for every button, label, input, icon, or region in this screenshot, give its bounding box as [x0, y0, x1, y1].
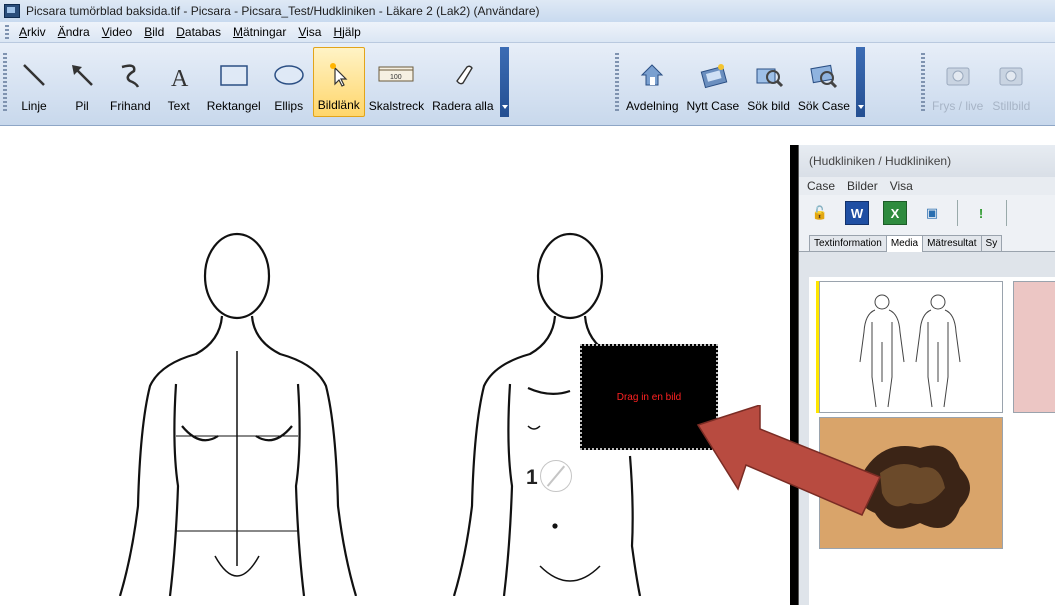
case-window-frame: (Hudkliniken / Hudkliniken) Case Bilder … [798, 145, 1055, 605]
tool-label: Radera alla [432, 99, 494, 113]
tool-label: Bildlänk [317, 98, 360, 112]
menu-video[interactable]: Video [96, 25, 138, 39]
drawing-toolbar: Linje Pil Frihand A Text Rektangel Ellip… [0, 47, 509, 123]
tool-skalstreck[interactable]: 100 Skalstreck [365, 47, 428, 117]
tool-label: Sök bild [747, 99, 790, 113]
case-window-toolbar: 🔓 W X ▣ ! [799, 195, 1055, 231]
tool-label: Frys / live [932, 99, 984, 113]
scale-bar-icon: 100 [376, 57, 416, 93]
case-window-tabs: Textinformation Media Mätresultat Sy [799, 231, 1055, 252]
tool-label: Text [167, 99, 190, 113]
tool-label: Frihand [110, 99, 151, 113]
case-window-title-text: (Hudkliniken / Hudkliniken) [809, 154, 952, 168]
scale-bar-text: 100 [390, 74, 402, 81]
toolbar-grip-icon[interactable] [3, 53, 7, 113]
tool-label: Stillbild [992, 99, 1031, 113]
case-toolbar: Avdelning Nytt Case Sök bild Sök Case [612, 47, 865, 123]
app-icon [4, 4, 20, 18]
tool-stillbild[interactable]: Stillbild [987, 47, 1035, 117]
body-back-outline [118, 232, 358, 596]
case-menu-case[interactable]: Case [807, 179, 835, 193]
tool-rektangel[interactable]: Rektangel [203, 47, 265, 117]
tool-label: Avdelning [626, 99, 679, 113]
tool-nytt-case[interactable]: Nytt Case [683, 47, 744, 117]
exclamation-icon[interactable]: ! [970, 202, 992, 224]
drag-arrow-icon [696, 405, 882, 516]
tool-linje[interactable]: Linje [10, 47, 58, 117]
toolbar-separator [957, 200, 958, 226]
tool-radera-alla[interactable]: Radera alla [428, 47, 497, 117]
tool-avdelning[interactable]: Avdelning [622, 47, 683, 117]
drop-target-label: Drag in en bild [616, 391, 682, 403]
toolbar-grip-icon[interactable] [921, 53, 925, 113]
tab-matresultat[interactable]: Mätresultat [922, 235, 982, 251]
line-icon [14, 57, 54, 93]
case-window: (Hudkliniken / Hudkliniken) Case Bilder … [790, 145, 1055, 605]
toolbar-grip-icon[interactable] [615, 53, 619, 113]
menu-bild[interactable]: Bild [138, 25, 170, 39]
freehand-icon [110, 57, 150, 93]
tool-pil[interactable]: Pil [58, 47, 106, 117]
search-image-icon [749, 57, 789, 93]
text-icon: A [159, 57, 199, 93]
tab-sy[interactable]: Sy [980, 235, 1003, 251]
title-bar: Picsara tumörblad baksida.tif - Picsara … [0, 0, 1055, 22]
menu-arkiv[interactable]: Arkiv [13, 25, 52, 39]
marker-circle-icon[interactable] [540, 460, 572, 492]
tool-text[interactable]: A Text [155, 47, 203, 117]
ellipse-icon [269, 57, 309, 93]
tool-bildlank[interactable]: Bildlänk [312, 47, 365, 117]
menu-grip-icon[interactable] [5, 25, 9, 39]
toolbar-overflow-button[interactable] [855, 47, 865, 117]
window-title: Picsara tumörblad baksida.tif - Picsara … [26, 4, 540, 18]
case-menu-visa[interactable]: Visa [890, 179, 913, 193]
tab-textinformation[interactable]: Textinformation [809, 235, 887, 251]
menu-databas[interactable]: Databas [170, 25, 227, 39]
svg-text:A: A [171, 66, 189, 91]
case-menu-bilder[interactable]: Bilder [847, 179, 878, 193]
case-window-title: (Hudkliniken / Hudkliniken) [799, 145, 1055, 177]
tab-media[interactable]: Media [885, 235, 924, 252]
search-case-icon [804, 57, 844, 93]
menu-andra[interactable]: Ändra [52, 25, 96, 39]
marker-number: 1 [526, 466, 538, 489]
eraser-icon [443, 57, 483, 93]
case-window-menu: Case Bilder Visa [799, 177, 1055, 195]
tool-sok-bild[interactable]: Sök bild [743, 47, 794, 117]
menu-bar: Arkiv Ändra Video Bild Databas Mätningar… [0, 22, 1055, 43]
camera-freeze-icon [938, 57, 978, 93]
tool-frys-live[interactable]: Frys / live [928, 47, 987, 117]
toolbar-overflow-button[interactable] [499, 47, 509, 117]
lock-icon[interactable]: 🔓 [809, 202, 831, 224]
camera-toolbar: Frys / live Stillbild [918, 47, 1035, 123]
tool-label: Rektangel [206, 99, 261, 113]
menu-hjalp[interactable]: Hjälp [327, 25, 366, 39]
tool-sok-case[interactable]: Sök Case [794, 47, 854, 117]
rectangle-icon [214, 57, 254, 93]
media-thumbnail-body-chart[interactable] [819, 281, 1003, 413]
tool-label: Sök Case [797, 99, 850, 113]
excel-icon[interactable]: X [883, 201, 907, 225]
new-case-icon [693, 57, 733, 93]
tool-label: Linje [21, 99, 47, 113]
tool-ellips[interactable]: Ellips [265, 47, 313, 117]
department-icon [632, 57, 672, 93]
body-chart-thumbnail-image [859, 294, 961, 408]
arrow-icon [62, 57, 102, 93]
menu-matningar[interactable]: Mätningar [227, 25, 292, 39]
toolbar-separator [1006, 200, 1007, 226]
media-thumbnail-skin[interactable] [1013, 281, 1055, 413]
presentation-icon[interactable]: ▣ [921, 202, 943, 224]
main-toolbar: Linje Pil Frihand A Text Rektangel Ellip… [0, 43, 1055, 126]
camera-still-icon [991, 57, 1031, 93]
tool-label: Ellips [274, 99, 304, 113]
image-link-icon [319, 56, 359, 92]
tool-frihand[interactable]: Frihand [106, 47, 155, 117]
tool-label: Skalstreck [368, 99, 425, 113]
tool-label: Nytt Case [686, 99, 740, 113]
word-icon[interactable]: W [845, 201, 869, 225]
tool-label: Pil [75, 99, 89, 113]
menu-visa[interactable]: Visa [292, 25, 327, 39]
